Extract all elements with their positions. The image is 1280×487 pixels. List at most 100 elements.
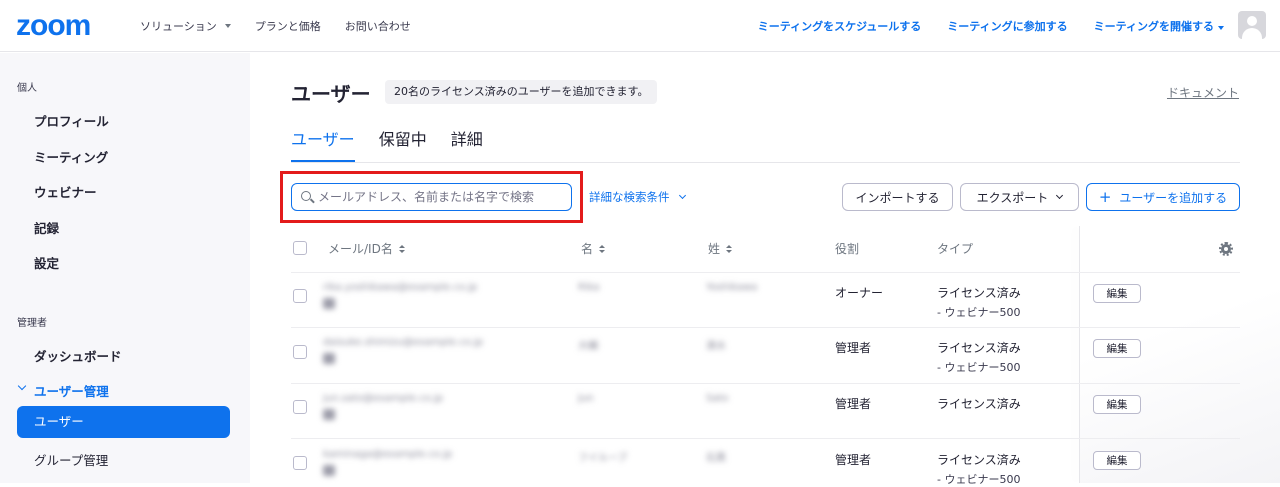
edit-button[interactable]: 編集 bbox=[1093, 395, 1141, 414]
row-type: ライセンス済み bbox=[937, 397, 1021, 411]
row-checkbox[interactable] bbox=[293, 400, 307, 414]
tab-pending[interactable]: 保留中 bbox=[379, 126, 427, 162]
edit-button[interactable]: 編集 bbox=[1093, 284, 1141, 303]
host-meeting-link[interactable]: ミーティングを開催する bbox=[1094, 18, 1224, 34]
row-last-name: 石黒 bbox=[706, 453, 726, 464]
avatar-head-shape bbox=[1247, 16, 1257, 26]
advanced-search-link[interactable]: 詳細な検索条件 bbox=[589, 189, 686, 205]
column-header-first-name[interactable]: 名 bbox=[581, 240, 606, 257]
add-user-label: ユーザーを追加する bbox=[1119, 190, 1228, 205]
select-all-checkbox[interactable] bbox=[293, 241, 307, 255]
row-checkbox[interactable] bbox=[293, 289, 307, 303]
sort-icon bbox=[726, 244, 733, 253]
column-header-last-name[interactable]: 姓 bbox=[708, 240, 733, 257]
chevron-down-icon bbox=[1056, 191, 1064, 200]
row-type-label: ライセンス済み bbox=[937, 286, 1021, 300]
sort-icon bbox=[599, 244, 606, 253]
row-first-name: 大輔 bbox=[578, 341, 598, 352]
edit-button[interactable]: 編集 bbox=[1093, 339, 1141, 358]
nav-left-menu: ソリューション プランと価格 お問い合わせ bbox=[140, 0, 411, 52]
row-type: ライセンス済み - ウェビナー500 bbox=[937, 284, 1021, 320]
join-meeting-link[interactable]: ミーティングに参加する bbox=[947, 18, 1067, 34]
column-header-email-label: メール/ID名 bbox=[328, 242, 393, 256]
user-avatar-icon[interactable] bbox=[1238, 11, 1266, 39]
row-email-badge bbox=[323, 298, 335, 309]
chevron-down-icon bbox=[678, 191, 686, 200]
search-input[interactable] bbox=[318, 187, 563, 207]
page-title: ユーザー bbox=[291, 82, 371, 106]
row-type: ライセンス済み - ウェビナー500 bbox=[937, 339, 1021, 375]
row-checkbox[interactable] bbox=[293, 456, 307, 470]
add-user-button[interactable]: + ユーザーを追加する bbox=[1086, 183, 1240, 211]
chevron-down-icon[interactable] bbox=[17, 381, 27, 391]
sidebar-section-personal: 個人 bbox=[17, 83, 37, 94]
row-checkbox[interactable] bbox=[293, 345, 307, 359]
row-email-badge bbox=[323, 353, 335, 364]
column-header-first-label: 名 bbox=[581, 242, 594, 256]
column-header-email[interactable]: メール/ID名 bbox=[328, 240, 405, 257]
nav-solutions[interactable]: ソリューション bbox=[140, 18, 231, 34]
row-role: 管理者 bbox=[835, 453, 872, 467]
avatar-body-shape bbox=[1242, 28, 1262, 39]
row-last-name: 清水 bbox=[706, 341, 726, 352]
sidebar-item-profile[interactable]: プロフィール bbox=[34, 111, 109, 130]
row-email-badge bbox=[323, 409, 335, 420]
tab-users[interactable]: ユーザー bbox=[291, 126, 355, 162]
host-meeting-label: ミーティングを開催する bbox=[1093, 20, 1214, 33]
row-divider bbox=[291, 383, 1240, 384]
row-first-name: Rika bbox=[578, 282, 600, 293]
column-header-role: 役割 bbox=[835, 242, 860, 256]
row-type: ライセンス済み - ウェビナー500 bbox=[937, 451, 1021, 487]
row-divider bbox=[291, 438, 1240, 439]
row-type-sub: - ウェビナー500 bbox=[937, 306, 1021, 319]
sidebar-item-group-management[interactable]: グループ管理 bbox=[34, 450, 108, 469]
advanced-search-label: 詳細な検索条件 bbox=[589, 190, 670, 204]
sidebar: 個人 プロフィール ミーティング ウェビナー 記録 設定 管理者 ダッシュボード… bbox=[0, 53, 250, 483]
caret-down-icon bbox=[224, 24, 231, 28]
row-divider bbox=[291, 327, 1240, 328]
sidebar-item-settings[interactable]: 設定 bbox=[34, 253, 59, 272]
edit-button[interactable]: 編集 bbox=[1093, 451, 1141, 470]
nav-pricing[interactable]: プランと価格 bbox=[255, 18, 321, 34]
search-box[interactable] bbox=[291, 183, 572, 211]
nav-contact[interactable]: お問い合わせ bbox=[345, 18, 411, 34]
sidebar-item-dashboard[interactable]: ダッシュボード bbox=[34, 346, 122, 365]
tab-bar: ユーザー 保留中 詳細 bbox=[291, 126, 483, 162]
row-type-sub: - ウェビナー500 bbox=[937, 473, 1021, 486]
nav-solutions-label: ソリューション bbox=[140, 20, 217, 33]
row-email: jun.sato@example.co.jp bbox=[323, 393, 443, 404]
license-badge: 20名のライセンス済みのユーザーを追加できます。 bbox=[385, 80, 658, 104]
sidebar-item-users[interactable]: ユーザー bbox=[17, 406, 230, 438]
search-icon bbox=[301, 191, 311, 201]
import-button[interactable]: インポートする bbox=[842, 183, 953, 211]
row-email: rika.yoshikawa@example.co.jp bbox=[323, 282, 478, 293]
plus-icon: + bbox=[1098, 188, 1112, 206]
column-header-type: タイプ bbox=[937, 242, 974, 256]
zoom-logo[interactable]: zoom bbox=[16, 11, 91, 41]
row-role: 管理者 bbox=[835, 397, 872, 411]
export-button[interactable]: エクスポート bbox=[960, 183, 1079, 211]
documentation-link[interactable]: ドキュメント bbox=[1167, 84, 1239, 101]
row-last-name: Sato bbox=[706, 393, 729, 404]
export-label: エクスポート bbox=[976, 190, 1049, 205]
column-header-last-label: 姓 bbox=[708, 242, 721, 256]
sidebar-section-admin: 管理者 bbox=[17, 318, 47, 329]
nav-right-menu: ミーティングをスケジュールする ミーティングに参加する ミーティングを開催する bbox=[758, 0, 1224, 52]
sidebar-item-webinars[interactable]: ウェビナー bbox=[34, 182, 97, 201]
tab-advanced[interactable]: 詳細 bbox=[451, 126, 483, 162]
caret-down-icon bbox=[1218, 26, 1224, 30]
row-last-name: Yoshikawa bbox=[706, 282, 758, 293]
top-navbar: zoom ソリューション プランと価格 お問い合わせ ミーティングをスケジュール… bbox=[0, 0, 1280, 52]
gear-icon[interactable] bbox=[1219, 242, 1233, 256]
sidebar-item-user-management[interactable]: ユーザー管理 bbox=[34, 381, 109, 400]
tabs-divider bbox=[291, 162, 1240, 163]
row-divider bbox=[291, 272, 1240, 273]
schedule-meeting-link[interactable]: ミーティングをスケジュールする bbox=[758, 18, 922, 34]
row-type-label: ライセンス済み bbox=[937, 453, 1021, 467]
row-role: 管理者 bbox=[835, 341, 872, 355]
row-email-badge bbox=[323, 465, 335, 476]
sidebar-item-recordings[interactable]: 記録 bbox=[34, 218, 59, 237]
sidebar-item-meetings[interactable]: ミーティング bbox=[34, 147, 108, 166]
row-type-label: ライセンス済み bbox=[937, 341, 1021, 355]
row-first-name: Jun bbox=[578, 393, 594, 404]
